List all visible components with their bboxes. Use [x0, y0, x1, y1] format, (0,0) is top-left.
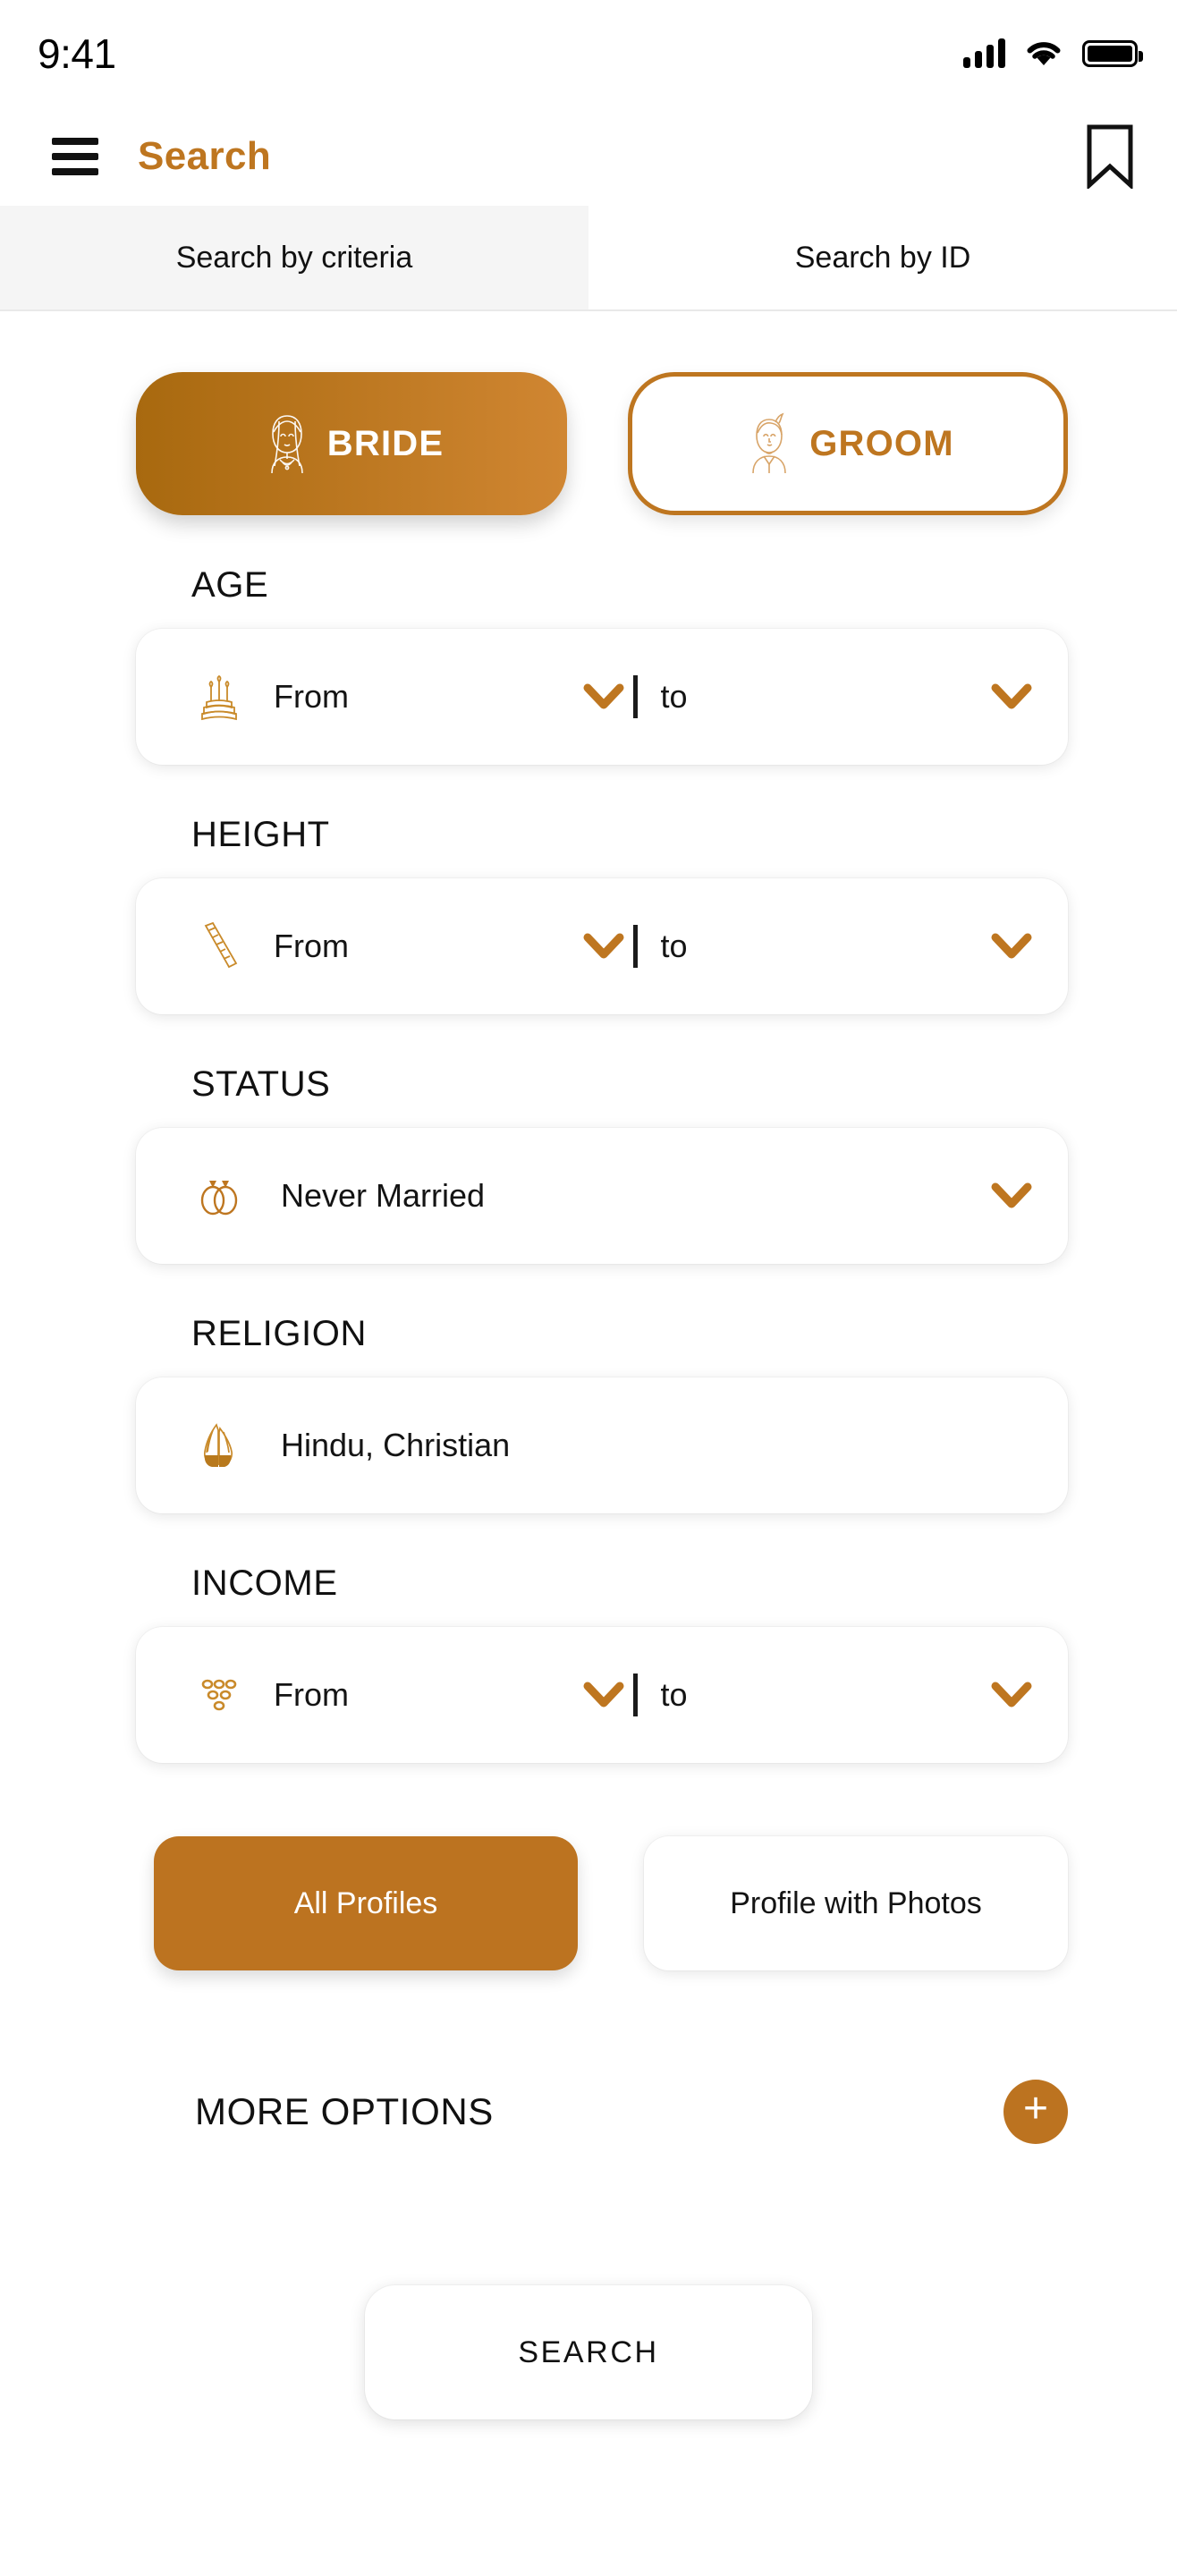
income-range-selector[interactable]: From to [136, 1627, 1068, 1763]
groom-label: GROOM [809, 423, 954, 463]
field-religion: RELIGION Hindu, Christian [0, 1314, 1177, 1513]
search-mode-tabs: Search by criteria Search by ID [0, 206, 1177, 311]
field-age: AGE From to [0, 565, 1177, 765]
age-range-inputs: From to [252, 675, 1032, 718]
wifi-icon [1027, 42, 1061, 65]
age-to-placeholder: to [660, 678, 688, 715]
field-label-height: HEIGHT [191, 815, 330, 854]
status-selector[interactable]: Never Married [136, 1128, 1068, 1264]
app-header: Search [0, 107, 1177, 206]
profile-with-photos-label: Profile with Photos [730, 1885, 982, 1920]
height-from-placeholder: From [274, 928, 349, 964]
praying-hands-icon [186, 1418, 252, 1473]
religion-value: Hindu, Christian [281, 1427, 511, 1463]
plus-icon[interactable]: + [1003, 2080, 1068, 2144]
tab-label: Search by ID [794, 240, 971, 275]
gender-toggle-group: BRIDE GROOM [0, 311, 1177, 515]
groom-icon [752, 412, 787, 474]
field-label-religion: RELIGION [191, 1314, 367, 1353]
range-divider [632, 1674, 638, 1716]
all-profiles-button[interactable]: All Profiles [154, 1836, 578, 1970]
hamburger-menu-icon[interactable] [52, 138, 98, 175]
height-range-selector[interactable]: From to [136, 878, 1068, 1014]
more-options-row: MORE OPTIONS + [0, 1970, 1177, 2144]
coins-icon [186, 1669, 252, 1721]
status-indicators [963, 38, 1143, 68]
all-profiles-label: All Profiles [293, 1885, 438, 1920]
status-bar: 9:41 [0, 0, 1177, 107]
height-range-inputs: From to [252, 925, 1032, 968]
search-button-label: SEARCH [518, 2334, 659, 2369]
chevron-down-icon[interactable] [991, 933, 1032, 960]
search-form: BRIDE GROOM AGE From to HEIGHT From to S… [0, 311, 1177, 2419]
bookmark-icon[interactable] [1086, 124, 1134, 189]
field-height: HEIGHT From to [0, 815, 1177, 1014]
income-to-placeholder: to [660, 1676, 688, 1713]
field-label-age: AGE [191, 565, 269, 605]
age-from-placeholder: From [274, 678, 349, 715]
bride-label: BRIDE [326, 423, 445, 463]
ruler-icon [186, 919, 252, 974]
field-label-status: STATUS [191, 1064, 331, 1104]
chevron-down-icon[interactable] [991, 683, 1032, 710]
chevron-down-icon[interactable] [583, 683, 624, 710]
more-options-label: MORE OPTIONS [195, 2090, 494, 2132]
profile-with-photos-button[interactable]: Profile with Photos [644, 1836, 1068, 1970]
range-divider [632, 925, 638, 968]
age-from-select[interactable]: From [252, 678, 624, 716]
field-income: INCOME From to [0, 1563, 1177, 1763]
groom-button[interactable]: GROOM [628, 372, 1068, 515]
bride-button[interactable]: BRIDE [136, 372, 567, 515]
religion-selector[interactable]: Hindu, Christian [136, 1377, 1068, 1513]
birthday-cake-icon [186, 669, 252, 724]
chevron-down-icon[interactable] [583, 1682, 624, 1708]
battery-full-icon [1082, 40, 1143, 67]
income-to-select[interactable]: to [661, 1676, 1033, 1714]
income-from-select[interactable]: From [252, 1676, 624, 1714]
income-from-placeholder: From [274, 1676, 349, 1713]
field-status: STATUS Never Married [0, 1064, 1177, 1264]
search-button[interactable]: SEARCH [365, 2285, 812, 2419]
wedding-rings-icon [186, 1170, 252, 1222]
range-divider [632, 675, 638, 718]
tab-search-by-criteria[interactable]: Search by criteria [0, 206, 588, 309]
chevron-down-icon[interactable] [991, 1682, 1032, 1708]
bride-icon [270, 415, 303, 474]
tab-label: Search by criteria [175, 240, 413, 275]
chevron-down-icon[interactable] [583, 933, 624, 960]
chevron-down-icon[interactable] [991, 1182, 1032, 1209]
cellular-signal-icon [963, 38, 1005, 68]
tab-search-by-id[interactable]: Search by ID [588, 206, 1177, 309]
income-range-inputs: From to [252, 1674, 1032, 1716]
status-time: 9:41 [38, 30, 116, 77]
height-to-select[interactable]: to [661, 928, 1033, 965]
page-title: Search [138, 134, 272, 178]
profile-filter-group: All Profiles Profile with Photos [0, 1763, 1177, 1970]
search-button-row: SEARCH [0, 2144, 1177, 2419]
age-to-select[interactable]: to [661, 678, 1033, 716]
height-to-placeholder: to [660, 928, 688, 964]
status-value: Never Married [281, 1177, 486, 1214]
height-from-select[interactable]: From [252, 928, 624, 965]
plus-label: + [1022, 2085, 1049, 2132]
age-range-selector[interactable]: From to [136, 629, 1068, 765]
field-label-income: INCOME [191, 1563, 338, 1603]
